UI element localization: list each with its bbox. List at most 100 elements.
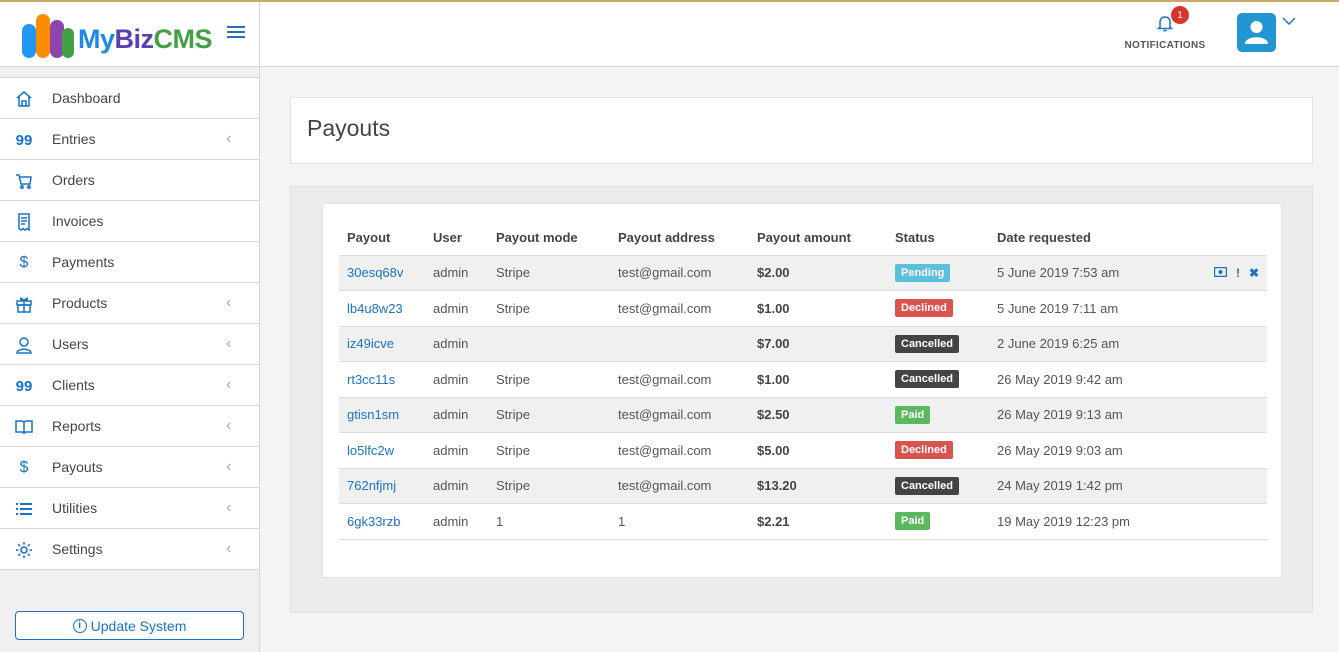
sidebar-item-label: Products bbox=[52, 295, 108, 311]
payout-address bbox=[610, 326, 749, 362]
payout-mode: Stripe bbox=[488, 432, 610, 469]
chevron-down-icon[interactable] bbox=[1282, 16, 1296, 26]
payout-address: test@gmail.com bbox=[610, 361, 749, 398]
row-actions: ! ✖ bbox=[1179, 255, 1267, 291]
payouts-panel: Payout User Payout mode Payout address P… bbox=[290, 186, 1313, 613]
payout-address: test@gmail.com bbox=[610, 255, 749, 291]
sidebar-item-orders[interactable]: Orders bbox=[0, 160, 259, 201]
gift-icon bbox=[14, 294, 34, 314]
column-header-status[interactable]: Status bbox=[887, 220, 989, 256]
row-actions bbox=[1179, 397, 1267, 433]
status-badge: Pending bbox=[895, 263, 951, 282]
status-badge: Cancelled bbox=[895, 334, 959, 353]
payout-date: 5 June 2019 7:53 am bbox=[989, 255, 1179, 291]
payout-address: test@gmail.com bbox=[610, 432, 749, 469]
chevron-left-icon: ‹ bbox=[226, 417, 232, 434]
payout-id-link[interactable]: 30esq68v bbox=[339, 255, 425, 291]
sidebar-item-utilities[interactable]: Utilities ‹ bbox=[0, 488, 259, 529]
sidebar-item-entries[interactable]: 99 Entries ‹ bbox=[0, 119, 259, 160]
sidebar-item-label: Clients bbox=[52, 377, 95, 393]
sidebar-item-settings[interactable]: Settings ‹ bbox=[0, 529, 259, 570]
sidebar-nav: Dashboard 99 Entries ‹ Orders Invoices $… bbox=[0, 77, 259, 570]
sidebar-item-label: Invoices bbox=[52, 213, 104, 229]
status-cell: Declined bbox=[887, 432, 989, 469]
notifications-label: NOTIFICATIONS bbox=[1124, 40, 1206, 51]
sidebar-item-users[interactable]: Users ‹ bbox=[0, 324, 259, 365]
status-cell: Paid bbox=[887, 503, 989, 540]
status-cell: Pending bbox=[887, 255, 989, 291]
column-header-date-requested[interactable]: Date requested bbox=[989, 220, 1179, 256]
chevron-left-icon: ‹ bbox=[226, 458, 232, 475]
column-header-user[interactable]: User bbox=[425, 220, 488, 256]
payout-date: 26 May 2019 9:42 am bbox=[989, 361, 1179, 398]
payout-id-link[interactable]: 762nfjmj bbox=[339, 468, 425, 504]
quote-icon: 99 bbox=[15, 377, 33, 395]
payout-date: 26 May 2019 9:03 am bbox=[989, 432, 1179, 469]
sidebar-item-dashboard[interactable]: Dashboard bbox=[0, 78, 259, 119]
info-icon: i bbox=[72, 618, 87, 633]
payout-user: admin bbox=[425, 397, 488, 433]
payout-user: admin bbox=[425, 290, 488, 327]
payout-id-link[interactable]: rt3cc11s bbox=[339, 361, 425, 398]
column-header-payout-amount[interactable]: Payout amount bbox=[749, 220, 887, 256]
sidebar-item-label: Entries bbox=[52, 131, 96, 147]
avatar[interactable] bbox=[1237, 13, 1276, 52]
column-header-payout-mode[interactable]: Payout mode bbox=[488, 220, 610, 256]
sidebar-item-reports[interactable]: Reports ‹ bbox=[0, 406, 259, 447]
user-icon bbox=[14, 335, 34, 355]
status-badge: Paid bbox=[895, 512, 931, 531]
sidebar-item-payments[interactable]: $ Payments bbox=[0, 242, 259, 283]
sidebar-item-payouts[interactable]: $ Payouts ‹ bbox=[0, 447, 259, 488]
column-header-payout-address[interactable]: Payout address bbox=[610, 220, 749, 256]
payout-id-link[interactable]: lb4u8w23 bbox=[339, 290, 425, 327]
column-header-payout[interactable]: Payout bbox=[339, 220, 425, 256]
payout-amount: $7.00 bbox=[749, 326, 887, 362]
status-badge: Cancelled bbox=[895, 370, 959, 389]
payout-amount: $2.50 bbox=[749, 397, 887, 433]
status-badge: Paid bbox=[895, 405, 931, 424]
payout-id-link[interactable]: gtisn1sm bbox=[339, 397, 425, 433]
sidebar-item-invoices[interactable]: Invoices bbox=[0, 201, 259, 242]
dollar-icon: $ bbox=[19, 459, 29, 476]
table-row: gtisn1sm admin Stripe test@gmail.com $2.50 Pa… bbox=[339, 397, 1267, 433]
payout-user: admin bbox=[425, 503, 488, 540]
payout-mode bbox=[488, 326, 610, 362]
table-header-row: Payout User Payout mode Payout address P… bbox=[339, 220, 1267, 256]
table-row: rt3cc11s admin Stripe test@gmail.com $1.00 Ca… bbox=[339, 361, 1267, 398]
payout-mode: Stripe bbox=[488, 468, 610, 504]
status-badge: Declined bbox=[895, 441, 953, 460]
payouts-table: Payout User Payout mode Payout address P… bbox=[339, 220, 1267, 540]
home-icon bbox=[14, 89, 34, 109]
payout-mode: Stripe bbox=[488, 361, 610, 398]
payout-date: 19 May 2019 12:23 pm bbox=[989, 503, 1179, 540]
sidebar-item-label: Orders bbox=[52, 172, 95, 188]
menu-toggle-icon[interactable] bbox=[227, 26, 245, 40]
notifications-button[interactable]: 1 NOTIFICATIONS bbox=[1123, 6, 1207, 51]
gear-icon bbox=[14, 540, 34, 560]
update-system-button[interactable]: i Update System bbox=[15, 611, 244, 640]
status-cell: Cancelled bbox=[887, 361, 989, 398]
payout-id-link[interactable]: lo5lfc2w bbox=[339, 432, 425, 469]
sidebar-item-products[interactable]: Products ‹ bbox=[0, 283, 259, 324]
payout-amount: $1.00 bbox=[749, 290, 887, 327]
sidebar: MyBizCMS Dashboard 99 Entries ‹ Orders I… bbox=[0, 2, 260, 652]
invoice-icon bbox=[14, 212, 34, 232]
payout-address: test@gmail.com bbox=[610, 468, 749, 504]
exclamation-icon[interactable]: ! bbox=[1236, 266, 1240, 280]
sidebar-item-clients[interactable]: 99 Clients ‹ bbox=[0, 365, 259, 406]
payout-id-link[interactable]: iz49icve bbox=[339, 326, 425, 362]
logo[interactable]: MyBizCMS bbox=[0, 2, 259, 67]
status-badge: Declined bbox=[895, 299, 953, 318]
chevron-left-icon: ‹ bbox=[226, 294, 232, 311]
cart-icon bbox=[14, 171, 34, 191]
close-icon[interactable]: ✖ bbox=[1249, 266, 1259, 280]
payout-user: admin bbox=[425, 468, 488, 504]
payout-address: 1 bbox=[610, 503, 749, 540]
sidebar-item-label: Utilities bbox=[52, 500, 98, 516]
payout-id-link[interactable]: 6gk33rzb bbox=[339, 503, 425, 540]
status-badge: Cancelled bbox=[895, 476, 959, 495]
pay-icon[interactable] bbox=[1213, 266, 1228, 280]
book-icon bbox=[14, 417, 34, 437]
payout-date: 24 May 2019 1:42 pm bbox=[989, 468, 1179, 504]
status-cell: Cancelled bbox=[887, 326, 989, 362]
